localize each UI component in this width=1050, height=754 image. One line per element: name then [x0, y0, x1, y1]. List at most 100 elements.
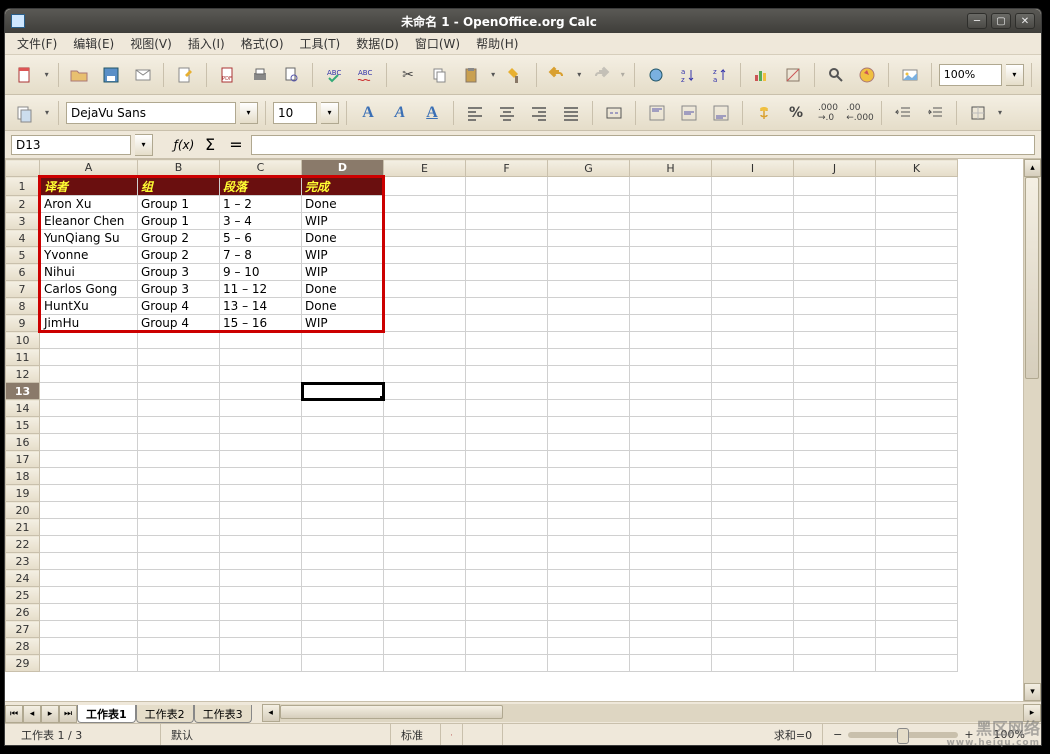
minimize-button[interactable]: ─	[967, 13, 987, 29]
cell-I8[interactable]	[712, 298, 794, 315]
cell-I12[interactable]	[712, 366, 794, 383]
cell-I3[interactable]	[712, 213, 794, 230]
valign-bottom-button[interactable]	[707, 99, 735, 127]
cell-B22[interactable]	[138, 536, 220, 553]
cell-F12[interactable]	[466, 366, 548, 383]
cell-D11[interactable]	[302, 349, 384, 366]
cell-I5[interactable]	[712, 247, 794, 264]
hyperlink-button[interactable]	[642, 61, 670, 89]
cell-I28[interactable]	[712, 638, 794, 655]
menu-tools[interactable]: 工具(T)	[292, 33, 349, 54]
cell-B10[interactable]	[138, 332, 220, 349]
cell-K4[interactable]	[876, 230, 958, 247]
styles-button[interactable]	[11, 99, 39, 127]
cell-J2[interactable]	[794, 196, 876, 213]
cell-F10[interactable]	[466, 332, 548, 349]
cell-A6[interactable]: Nihui	[40, 264, 138, 281]
cell-J9[interactable]	[794, 315, 876, 332]
cell-K21[interactable]	[876, 519, 958, 536]
maximize-button[interactable]: ▢	[991, 13, 1011, 29]
cell-J15[interactable]	[794, 417, 876, 434]
cell-I7[interactable]	[712, 281, 794, 298]
cell-B8[interactable]: Group 4	[138, 298, 220, 315]
cell-B7[interactable]: Group 3	[138, 281, 220, 298]
print-button[interactable]	[246, 61, 274, 89]
cell-D7[interactable]: Done	[302, 281, 384, 298]
cell-D9[interactable]: WIP	[302, 315, 384, 332]
cell-reference-dropdown[interactable]: ▾	[135, 134, 153, 156]
cell-I23[interactable]	[712, 553, 794, 570]
row-header-9[interactable]: 9	[6, 315, 40, 332]
cell-J17[interactable]	[794, 451, 876, 468]
cell-C13[interactable]	[220, 383, 302, 400]
cell-D6[interactable]: WIP	[302, 264, 384, 281]
gallery-button[interactable]	[896, 61, 924, 89]
cell-H9[interactable]	[630, 315, 712, 332]
cell-K20[interactable]	[876, 502, 958, 519]
cell-G1[interactable]	[548, 177, 630, 196]
cell-G4[interactable]	[548, 230, 630, 247]
row-header-13[interactable]: 13	[6, 383, 40, 400]
cell-B26[interactable]	[138, 604, 220, 621]
cell-I22[interactable]	[712, 536, 794, 553]
cell-grid[interactable]: ABCDEFGHIJK1译者组段落完成2Aron XuGroup 11 – 2D…	[5, 159, 958, 672]
function-wizard-button[interactable]: ƒ(x)	[173, 135, 195, 155]
cell-K14[interactable]	[876, 400, 958, 417]
cell-E14[interactable]	[384, 400, 466, 417]
menu-view[interactable]: 视图(V)	[122, 33, 180, 54]
cell-H29[interactable]	[630, 655, 712, 672]
cell-B17[interactable]	[138, 451, 220, 468]
row-header-5[interactable]: 5	[6, 247, 40, 264]
cell-H5[interactable]	[630, 247, 712, 264]
cell-E11[interactable]	[384, 349, 466, 366]
cell-H3[interactable]	[630, 213, 712, 230]
cell-G8[interactable]	[548, 298, 630, 315]
cell-G9[interactable]	[548, 315, 630, 332]
cell-K15[interactable]	[876, 417, 958, 434]
cell-B27[interactable]	[138, 621, 220, 638]
cell-G22[interactable]	[548, 536, 630, 553]
cell-K1[interactable]	[876, 177, 958, 196]
cell-A22[interactable]	[40, 536, 138, 553]
cell-E4[interactable]	[384, 230, 466, 247]
cell-E29[interactable]	[384, 655, 466, 672]
sheet-tab-3[interactable]: 工作表3	[194, 705, 252, 723]
cell-B5[interactable]: Group 2	[138, 247, 220, 264]
cell-E20[interactable]	[384, 502, 466, 519]
cell-K10[interactable]	[876, 332, 958, 349]
cell-J22[interactable]	[794, 536, 876, 553]
cell-A17[interactable]	[40, 451, 138, 468]
copy-button[interactable]	[426, 61, 454, 89]
cell-A14[interactable]	[40, 400, 138, 417]
cell-G6[interactable]	[548, 264, 630, 281]
cell-J23[interactable]	[794, 553, 876, 570]
cell-C5[interactable]: 7 – 8	[220, 247, 302, 264]
cell-J11[interactable]	[794, 349, 876, 366]
cell-E18[interactable]	[384, 468, 466, 485]
new-dropdown[interactable]: ▾	[43, 61, 51, 89]
cell-E21[interactable]	[384, 519, 466, 536]
navigator-button[interactable]	[854, 61, 882, 89]
cell-B1[interactable]: 组	[138, 177, 220, 196]
cell-C29[interactable]	[220, 655, 302, 672]
horizontal-scrollbar[interactable]: ◂ ▸	[262, 704, 1041, 722]
cell-F6[interactable]	[466, 264, 548, 281]
cell-I14[interactable]	[712, 400, 794, 417]
cell-D29[interactable]	[302, 655, 384, 672]
decrease-indent-button[interactable]	[889, 99, 917, 127]
cell-K13[interactable]	[876, 383, 958, 400]
col-header-C[interactable]: C	[220, 160, 302, 177]
cell-E12[interactable]	[384, 366, 466, 383]
scroll-right-button[interactable]: ▸	[1023, 704, 1041, 722]
number-format-button[interactable]: .000→.0	[814, 99, 842, 127]
font-size-input[interactable]: 10	[273, 102, 317, 124]
new-button[interactable]	[11, 61, 39, 89]
cell-J10[interactable]	[794, 332, 876, 349]
row-header-26[interactable]: 26	[6, 604, 40, 621]
cell-J25[interactable]	[794, 587, 876, 604]
cell-A5[interactable]: Yvonne	[40, 247, 138, 264]
cell-F13[interactable]	[466, 383, 548, 400]
cell-F7[interactable]	[466, 281, 548, 298]
cell-I29[interactable]	[712, 655, 794, 672]
cell-A23[interactable]	[40, 553, 138, 570]
